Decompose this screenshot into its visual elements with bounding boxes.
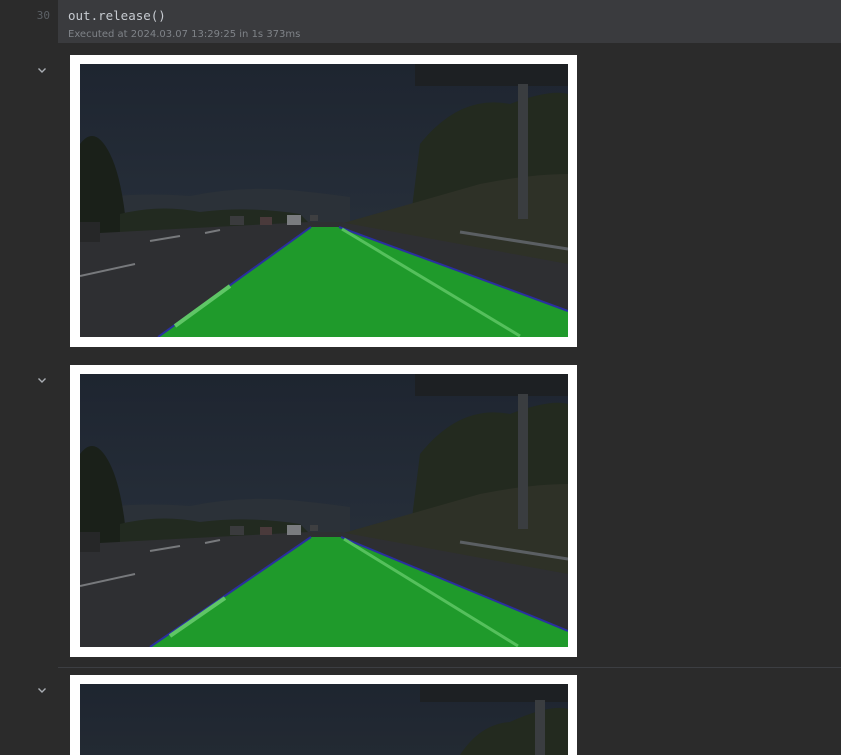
code-editor[interactable]: out.release() Executed at 2024.03.07 13:… [58, 0, 841, 43]
output-image-frame [70, 675, 577, 755]
output-image-frame [70, 365, 577, 657]
code-cell[interactable]: 30 out.release() Executed at 2024.03.07 … [0, 0, 841, 43]
road-lane-image [80, 374, 568, 647]
chevron-down-icon[interactable] [36, 371, 48, 383]
execution-status: Executed at 2024.03.07 13:29:25 in 1s 37… [68, 29, 301, 40]
output-image-frame [70, 55, 577, 347]
road-lane-image [80, 684, 568, 755]
line-number-gutter: 30 [0, 0, 58, 43]
output-cell [0, 663, 841, 755]
code-line[interactable]: out.release() [68, 8, 166, 23]
road-lane-image [80, 64, 568, 337]
chevron-down-icon[interactable] [36, 61, 48, 73]
line-number: 30 [36, 9, 50, 22]
output-cell [0, 353, 841, 663]
output-cell [0, 43, 841, 353]
chevron-down-icon[interactable] [36, 681, 48, 693]
